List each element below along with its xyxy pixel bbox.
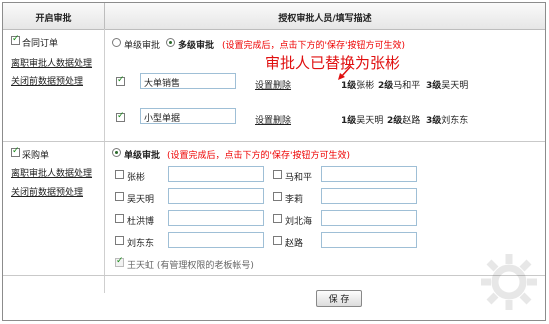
order-enable-checkbox[interactable]	[11, 34, 20, 45]
row-delete-link[interactable]: 删除	[273, 113, 291, 126]
row-name-input[interactable]: 大单销售	[140, 73, 236, 89]
approver-name: 马和平	[393, 81, 421, 91]
approver-name: 刘东东	[127, 239, 155, 249]
level-label: 3级	[426, 116, 442, 126]
header-enable-approval: 开启审批	[35, 14, 72, 24]
gear-watermark-icon	[481, 254, 537, 310]
section-divider	[3, 141, 545, 142]
approver-description-input[interactable]	[321, 188, 417, 204]
order-multi-level-label: 多级审批	[178, 41, 215, 51]
admin-approver-label: 王天虹 (有管理权限的老板帐号)	[127, 261, 254, 271]
approver-description-input[interactable]	[321, 210, 417, 226]
approver-description-input[interactable]	[321, 166, 417, 182]
approver-level: 3级刘东东	[426, 113, 468, 126]
order-single-level-radio[interactable]	[112, 38, 121, 47]
order-single-level-label: 单级审批	[124, 41, 161, 51]
approver-description-input[interactable]	[168, 232, 264, 248]
approver-name: 赵路	[402, 116, 421, 126]
table-header: 开启审批 授权审批人员/填写描述	[3, 3, 545, 30]
approver-name: 张彬	[127, 173, 146, 183]
purchase-close-preprocess-link[interactable]: 关闭前数据预处理	[11, 185, 83, 198]
approver-checkbox[interactable]	[273, 170, 282, 179]
approver-name: 吴天明	[127, 195, 155, 205]
purchase-single-level-radio[interactable]	[112, 148, 121, 157]
approver-name: 马和平	[285, 173, 313, 183]
approver-name: 杜洪博	[127, 217, 155, 227]
purchase-save-note: (设置完成后，点击下方的'保存'按钮方可生效)	[167, 151, 350, 161]
approver-description-input[interactable]	[168, 210, 264, 226]
approver-level: 1级张彬	[341, 78, 374, 91]
replacement-annotation: 审批人已替换为张彬	[265, 54, 401, 72]
row-name-input[interactable]: 小型单据	[140, 108, 236, 124]
save-button[interactable]: 保 存	[316, 290, 362, 307]
approver-checkbox[interactable]	[115, 192, 124, 201]
approver-name: 刘东东	[441, 116, 469, 126]
approver-level: 3级吴天明	[426, 78, 468, 91]
approver-name: 张彬	[356, 81, 375, 91]
purchase-label: 采购单	[22, 151, 50, 161]
approver-name: 吴天明	[356, 116, 384, 126]
approver-checkbox[interactable]	[273, 236, 282, 245]
order-save-note: (设置完成后，点击下方的'保存'按钮方可生效)	[222, 41, 405, 51]
approver-level: 1级吴天明	[341, 113, 383, 126]
approver-description-input[interactable]	[321, 232, 417, 248]
approver-checkbox[interactable]	[273, 192, 282, 201]
approver-name: 李莉	[285, 195, 304, 205]
order-multi-level-radio[interactable]	[166, 38, 175, 47]
order-label: 合同订单	[22, 39, 59, 49]
row-setting-link[interactable]: 设置	[255, 78, 273, 91]
purchase-departed-approver-link[interactable]: 离职审批人数据处理	[11, 166, 92, 179]
approver-level: 2级马和平	[378, 78, 420, 91]
level-label: 2级	[378, 81, 394, 91]
approval-settings-panel: 开启审批 授权审批人员/填写描述 合同订单 离职审批人数据处理 关闭前数据预处理…	[2, 2, 546, 321]
row-enable-checkbox[interactable]	[116, 75, 125, 86]
level-label: 3级	[426, 81, 442, 91]
row-setting-link[interactable]: 设置	[255, 113, 273, 126]
approver-name: 吴天明	[441, 81, 469, 91]
approver-name: 刘北海	[285, 217, 313, 227]
purchase-single-level-label: 单级审批	[124, 151, 161, 161]
column-divider	[104, 29, 105, 293]
order-departed-approver-link[interactable]: 离职审批人数据处理	[11, 56, 92, 69]
level-label: 2级	[387, 116, 403, 126]
approver-name: 赵路	[285, 239, 304, 249]
approver-checkbox[interactable]	[115, 170, 124, 179]
row-delete-link[interactable]: 删除	[273, 78, 291, 91]
purchase-enable-checkbox[interactable]	[11, 146, 20, 157]
approver-description-input[interactable]	[168, 166, 264, 182]
header-approvers: 授权审批人员/填写描述	[278, 14, 372, 24]
level-label: 1级	[341, 116, 357, 126]
approver-description-input[interactable]	[168, 188, 264, 204]
approver-checkbox[interactable]	[273, 214, 282, 223]
approver-checkbox[interactable]	[115, 236, 124, 245]
approver-checkbox[interactable]	[115, 214, 124, 223]
footer-divider	[3, 275, 545, 276]
order-close-preprocess-link[interactable]: 关闭前数据预处理	[11, 74, 83, 87]
row-enable-checkbox[interactable]	[116, 111, 125, 122]
approver-level: 2级赵路	[387, 113, 420, 126]
level-label: 1级	[341, 81, 357, 91]
admin-approver-checkbox	[115, 256, 124, 267]
